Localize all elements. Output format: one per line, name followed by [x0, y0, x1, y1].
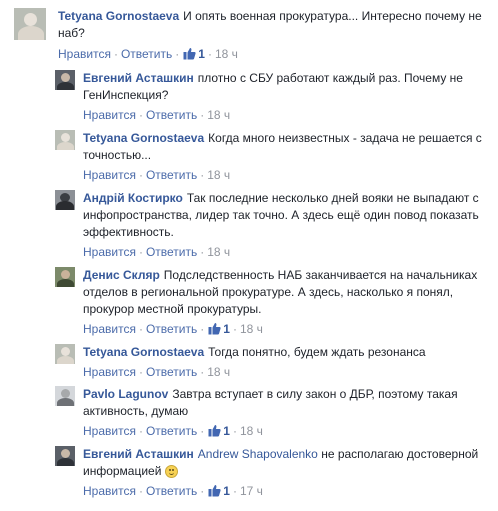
- comment-time[interactable]: 18 ч: [240, 424, 263, 438]
- like-button[interactable]: Нравится: [83, 484, 136, 498]
- comment-text: Тогда понятно, будем ждать резонанса: [208, 345, 426, 359]
- comment-time[interactable]: 18 ч: [207, 108, 230, 122]
- like-button[interactable]: Нравится: [83, 322, 136, 336]
- reply-button[interactable]: Ответить: [146, 168, 197, 182]
- like-count[interactable]: 1: [198, 47, 205, 61]
- reply-button[interactable]: Ответить: [121, 47, 172, 61]
- avatar[interactable]: [55, 446, 75, 466]
- comment-author[interactable]: Евгений Асташкин: [83, 71, 194, 85]
- like-button[interactable]: Нравится: [58, 47, 111, 61]
- like-count[interactable]: 1: [223, 322, 230, 336]
- comment-time[interactable]: 17 ч: [240, 484, 263, 498]
- comment-author[interactable]: Евгений Асташкин: [83, 447, 194, 461]
- thumbs-up-icon[interactable]: [208, 322, 221, 335]
- thumbs-up-icon[interactable]: [183, 47, 196, 60]
- comment-author[interactable]: Денис Скляр: [83, 268, 160, 282]
- comment-time[interactable]: 18 ч: [207, 365, 230, 379]
- smile-emoji-icon: [164, 465, 178, 478]
- comment-author[interactable]: Андрій Костирко: [83, 191, 183, 205]
- reply-button[interactable]: Ответить: [146, 424, 197, 438]
- comment-author[interactable]: Tetyana Gornostaeva: [83, 131, 204, 145]
- thumbs-up-icon[interactable]: [208, 484, 221, 497]
- comment-time[interactable]: 18 ч: [207, 245, 230, 259]
- avatar[interactable]: [14, 8, 46, 40]
- like-count[interactable]: 1: [223, 484, 230, 498]
- reply-button[interactable]: Ответить: [146, 365, 197, 379]
- like-button[interactable]: Нравится: [83, 365, 136, 379]
- comment-author[interactable]: Pavlo Lagunov: [83, 387, 168, 401]
- avatar[interactable]: [55, 386, 75, 406]
- reply-button[interactable]: Ответить: [146, 245, 197, 259]
- comment-actions: Нравится · Ответить · 18 ч: [83, 365, 231, 379]
- comment-actions: Нравится · Ответить · 18 ч: [83, 108, 231, 122]
- like-button[interactable]: Нравится: [83, 424, 136, 438]
- comment-time[interactable]: 18 ч: [240, 322, 263, 336]
- like-count[interactable]: 1: [223, 424, 230, 438]
- comment-actions: Нравится · Ответить · 1 · 18 ч: [83, 424, 263, 438]
- avatar[interactable]: [55, 190, 75, 210]
- avatar[interactable]: [55, 70, 75, 90]
- reply-button[interactable]: Ответить: [146, 322, 197, 336]
- comment-actions: Нравится · Ответить · 18 ч: [83, 168, 231, 182]
- comment-author[interactable]: Tetyana Gornostaeva: [83, 345, 204, 359]
- reply-button[interactable]: Ответить: [146, 484, 197, 498]
- like-button[interactable]: Нравится: [83, 108, 136, 122]
- comment-actions: Нравится · Ответить · 18 ч: [83, 245, 231, 259]
- comment-time[interactable]: 18 ч: [207, 168, 230, 182]
- comment-actions: Нравится · Ответить · 1 · 18 ч: [58, 47, 238, 61]
- comment-author[interactable]: Tetyana Gornostaeva: [58, 9, 179, 23]
- like-button[interactable]: Нравится: [83, 245, 136, 259]
- reply-button[interactable]: Ответить: [146, 108, 197, 122]
- comment-actions: Нравится · Ответить · 1 · 18 ч: [83, 322, 263, 336]
- comment-thread: Tetyana Gornostaeva И опять военная проку…: [0, 0, 498, 511]
- like-button[interactable]: Нравится: [83, 168, 136, 182]
- avatar[interactable]: [55, 344, 75, 364]
- comment-time[interactable]: 18 ч: [215, 47, 238, 61]
- mention-link[interactable]: Andrew Shapovalenko: [198, 447, 318, 461]
- thumbs-up-icon[interactable]: [208, 424, 221, 437]
- comment-actions: Нравится · Ответить · 1 · 17 ч: [83, 484, 263, 498]
- avatar[interactable]: [55, 130, 75, 150]
- avatar[interactable]: [55, 267, 75, 287]
